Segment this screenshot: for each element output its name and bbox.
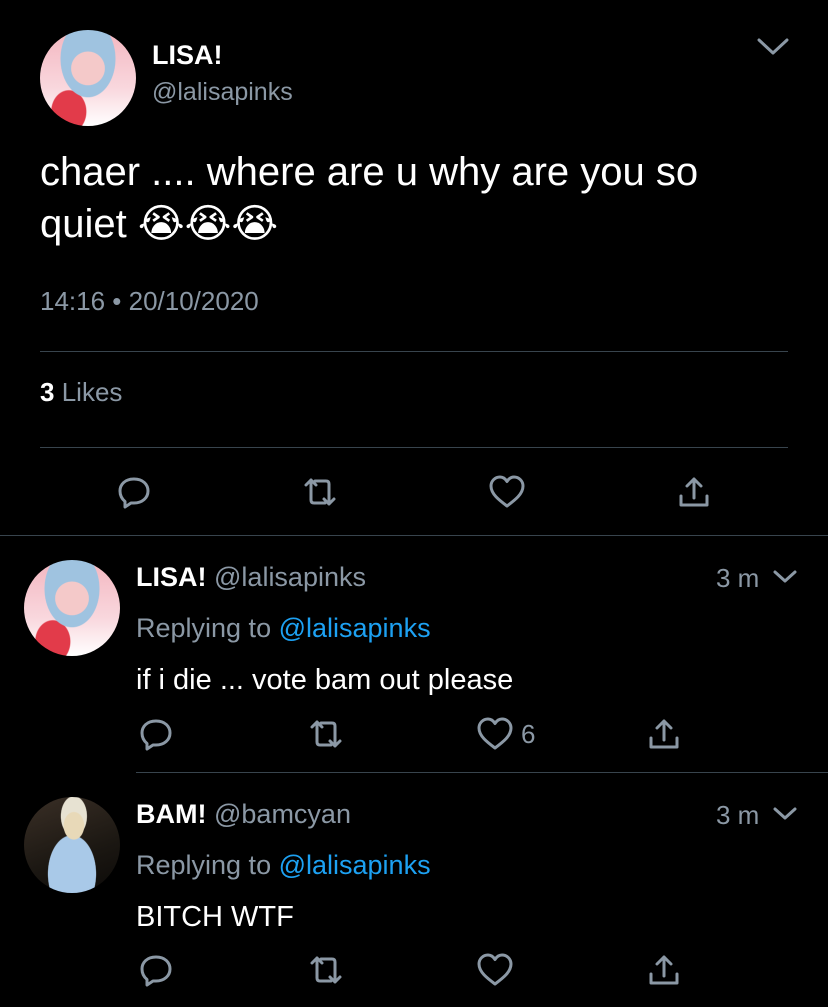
author-avatar[interactable] xyxy=(40,30,136,126)
share-icon[interactable] xyxy=(677,474,711,510)
author-name[interactable]: LISA! xyxy=(152,40,223,71)
reply-text: if i die ... vote bam out please xyxy=(136,664,514,696)
reply-avatar[interactable] xyxy=(24,797,120,893)
reply-author-handle[interactable]: @bamcyan xyxy=(214,799,351,829)
reply-author-name[interactable]: BAM! xyxy=(136,799,206,829)
retweet-icon[interactable] xyxy=(306,718,346,750)
reply-chevron-icon[interactable] xyxy=(772,805,798,823)
reply-time: 3 m xyxy=(716,563,760,593)
reply-author-name[interactable]: LISA! xyxy=(136,562,207,592)
reply-time: 3 m xyxy=(716,800,760,830)
reply-text: BITCH WTF xyxy=(136,901,294,933)
divider xyxy=(40,351,788,352)
reply-author-handle[interactable]: @lalisapinks xyxy=(214,562,366,592)
divider xyxy=(40,447,788,448)
replying-to-link[interactable]: @lalisapinks xyxy=(279,850,431,880)
reply-icon[interactable] xyxy=(138,716,174,752)
reply-header: LISA! @lalisapinks xyxy=(136,562,366,593)
reply-header: BAM! @bamcyan xyxy=(136,799,351,830)
share-icon[interactable] xyxy=(647,716,681,752)
likes-summary[interactable]: 3 Likes xyxy=(40,377,122,408)
reply-icon[interactable] xyxy=(138,952,174,988)
likes-count: 3 xyxy=(40,377,55,407)
replying-to: Replying to @lalisapinks xyxy=(136,850,431,881)
reply-chevron-icon[interactable] xyxy=(772,568,798,586)
like-heart-icon[interactable] xyxy=(476,716,514,752)
replying-to-link[interactable]: @lalisapinks xyxy=(279,613,431,643)
section-divider xyxy=(0,535,828,536)
replying-label: Replying to xyxy=(136,613,272,643)
tweet-timestamp: 14:16 • 20/10/2020 xyxy=(40,286,259,316)
reply-avatar[interactable] xyxy=(24,560,120,656)
like-count: 6 xyxy=(521,719,536,749)
author-handle[interactable]: @lalisapinks xyxy=(152,78,293,107)
retweet-icon[interactable] xyxy=(300,476,340,508)
replying-label: Replying to xyxy=(136,850,272,880)
share-icon[interactable] xyxy=(647,952,681,988)
tweet-text: chaer .... where are u why are you so qu… xyxy=(40,150,699,246)
likes-label: Likes xyxy=(61,377,123,407)
like-heart-icon[interactable] xyxy=(488,474,526,510)
like-heart-icon[interactable] xyxy=(476,952,514,988)
retweet-icon[interactable] xyxy=(306,954,346,986)
replying-to: Replying to @lalisapinks xyxy=(136,613,431,644)
reply-divider xyxy=(136,772,828,773)
more-options-chevron-icon[interactable] xyxy=(755,36,791,58)
reply-icon[interactable] xyxy=(116,474,152,510)
